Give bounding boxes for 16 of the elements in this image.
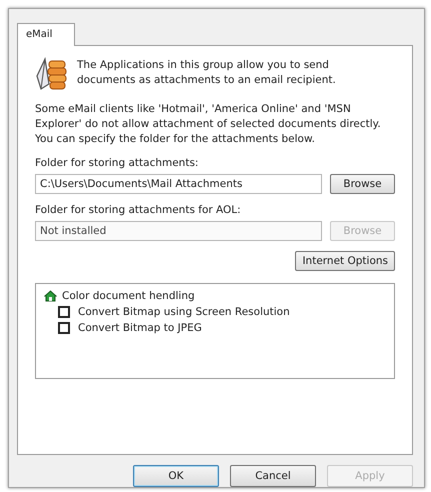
checkbox-label: Convert Bitmap using Screen Resolution <box>78 306 290 318</box>
intro-text: The Applications in this group allow you to send documents as attachments to an email recipient. <box>77 58 337 88</box>
internet-options-button[interactable]: Internet Options <box>295 251 395 271</box>
field-label: Folder for storing attachments: <box>35 157 200 169</box>
tab[interactable]: eMail <box>17 23 75 46</box>
note-text: Some eMail clients like 'Hotmail', 'America Online' and 'MSN Explorer' do not allow attachment of selected documents directly. You can specify the folder for the attachments below. <box>35 102 382 147</box>
field-label: Folder for storing attachments for AOL: <box>35 204 242 216</box>
ok-button[interactable]: OK <box>133 465 219 487</box>
cancel-button[interactable]: Cancel <box>230 465 316 487</box>
tree-item[interactable]: Color document hendling <box>62 290 195 302</box>
checkbox-label: Convert Bitmap to JPEG <box>78 322 202 334</box>
checkbox[interactable] <box>58 322 70 334</box>
browse-button[interactable]: Browse <box>330 174 395 194</box>
house-icon <box>44 290 57 302</box>
folder-field[interactable]: C:\Users\Documents\Mail Attachments <box>35 174 322 194</box>
checkbox[interactable] <box>58 306 70 318</box>
